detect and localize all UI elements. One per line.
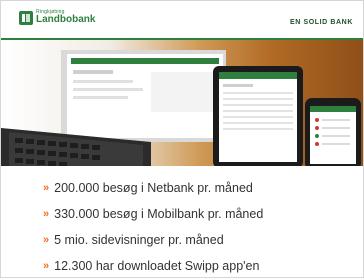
stats-list-item: » 330.000 besøg i Mobilbank pr. måned bbox=[43, 201, 263, 227]
stats-list-item-text: 12.300 har downloadet Swipp app'en bbox=[54, 259, 260, 273]
stats-list-item: » 12.300 har downloadet Swipp app'en bbox=[43, 253, 263, 279]
double-chevron-right-icon: » bbox=[43, 234, 50, 246]
bank-logo-name: Landbobank bbox=[36, 14, 96, 25]
bank-logo-mark-icon bbox=[19, 10, 33, 25]
stats-list: » 200.000 besøg i Netbank pr. måned » 33… bbox=[43, 175, 263, 279]
stats-list-item: » 200.000 besøg i Netbank pr. måned bbox=[43, 175, 263, 201]
laptop-illustration bbox=[1, 50, 226, 166]
double-chevron-right-icon: » bbox=[43, 208, 50, 220]
tablet-illustration bbox=[213, 66, 303, 166]
bank-logo[interactable]: Ringkjøbing Landbobank bbox=[19, 10, 95, 25]
stats-list-item-text: 330.000 besøg i Mobilbank pr. måned bbox=[54, 207, 264, 221]
bank-tagline: EN SOLID BANK bbox=[289, 19, 353, 26]
banner-header: Ringkjøbing Landbobank EN SOLID BANK bbox=[1, 1, 363, 38]
double-chevron-right-icon: » bbox=[43, 182, 50, 194]
phone-illustration bbox=[305, 98, 361, 166]
stats-list-item-text: 5 mio. sidevisninger pr. måned bbox=[54, 233, 224, 247]
devices-hero-image bbox=[1, 40, 363, 166]
double-chevron-right-icon: » bbox=[43, 260, 50, 272]
stats-list-item: » 5 mio. sidevisninger pr. måned bbox=[43, 227, 263, 253]
stats-list-item-text: 200.000 besøg i Netbank pr. måned bbox=[54, 181, 253, 195]
ad-banner[interactable]: Ringkjøbing Landbobank EN SOLID BANK » 2… bbox=[0, 0, 364, 278]
